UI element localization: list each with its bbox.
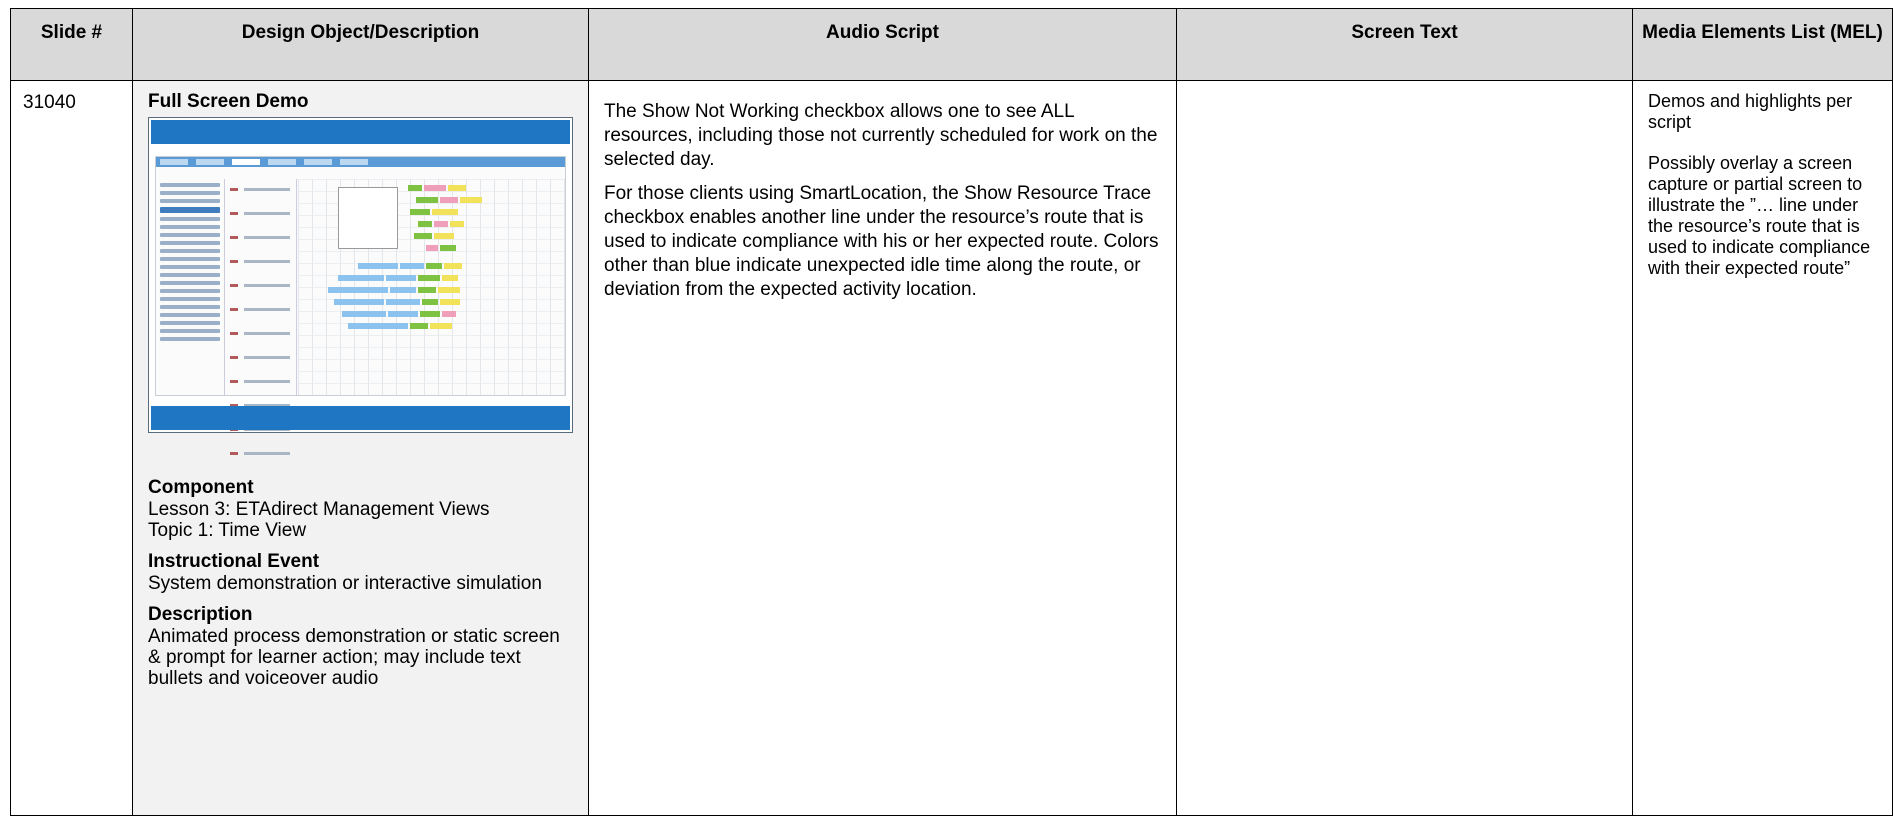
component-topic: Topic 1: Time View xyxy=(148,520,307,541)
description-text: Animated process demonstration or static… xyxy=(148,626,560,689)
description-section: Description Animated process demonstrati… xyxy=(148,604,573,689)
description-label: Description xyxy=(148,604,253,625)
component-label: Component xyxy=(148,477,254,498)
screen-text-cell xyxy=(1176,80,1633,816)
slide-number-cell: 31040 xyxy=(10,80,133,816)
audio-paragraph-2: For those clients using SmartLocation, t… xyxy=(604,183,1159,300)
header-row: Slide # Design Object/Description Audio … xyxy=(10,8,1893,81)
header-audio-script: Audio Script xyxy=(588,8,1177,81)
mel-paragraph-2: Possibly overlay a screen capture or par… xyxy=(1648,153,1871,278)
instructional-event-text: System demonstration or interactive simu… xyxy=(148,573,542,594)
audio-paragraph-1: The Show Not Working checkbox allows one… xyxy=(604,101,1158,170)
slide-row: 31040 Full Screen Demo Component Lesson … xyxy=(10,80,1893,816)
design-title: Full Screen Demo xyxy=(148,91,309,112)
header-media-elements: Media Elements List (MEL) xyxy=(1632,8,1893,81)
header-design-object: Design Object/Description xyxy=(132,8,589,81)
screenshot-resource-tree xyxy=(156,179,225,395)
screenshot-nav-bar xyxy=(156,157,565,167)
design-object-cell: Full Screen Demo Component Lesson 3: ETA… xyxy=(132,80,589,816)
header-screen-text: Screen Text xyxy=(1176,8,1633,81)
header-slide-number: Slide # xyxy=(10,8,133,81)
instructional-event-section: Instructional Event System demonstration… xyxy=(148,551,573,594)
screenshot-resource-list xyxy=(226,179,297,455)
instructional-event-label: Instructional Event xyxy=(148,551,320,572)
screenshot-top-bar xyxy=(151,120,570,144)
audio-script-cell: The Show Not Working checkbox allows one… xyxy=(588,80,1177,816)
screenshot-popup xyxy=(338,187,398,249)
component-section: Component Lesson 3: ETAdirect Management… xyxy=(148,477,573,541)
demo-screenshot-thumbnail xyxy=(148,117,573,455)
mel-paragraph-1: Demos and highlights per script xyxy=(1648,91,1853,132)
screenshot-time-grid xyxy=(298,179,565,395)
screenshot-bottom-bar xyxy=(151,406,570,430)
component-lesson: Lesson 3: ETAdirect Management Views xyxy=(148,499,490,520)
storyboard-table: Slide # Design Object/Description Audio … xyxy=(10,8,1893,816)
media-elements-cell: Demos and highlights per script Possibly… xyxy=(1632,80,1893,816)
screenshot-app-window xyxy=(155,156,566,455)
slide-number: 31040 xyxy=(23,92,76,113)
